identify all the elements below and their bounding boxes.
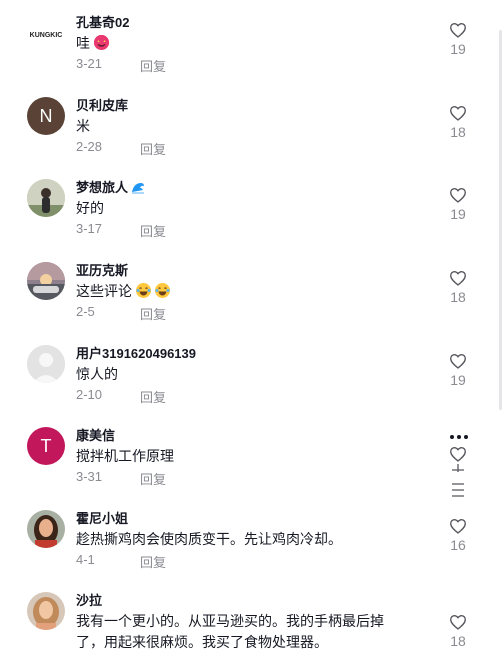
comment-username[interactable]: 贝利皮库 <box>76 95 128 114</box>
heart-icon <box>450 518 466 534</box>
reply-button[interactable]: 回复 <box>140 304 166 323</box>
avatar[interactable] <box>27 345 65 383</box>
like-count: 19 <box>450 206 466 222</box>
heart-icon <box>450 270 466 286</box>
star-struck-emoji-icon <box>94 35 109 50</box>
comment-meta: 2-10 回复 <box>76 387 166 405</box>
comment-item: KUNGKIC 孔基奇02 哇 3-21 回复 19 <box>0 0 480 82</box>
default-user-icon <box>27 345 65 383</box>
more-options-button[interactable] <box>446 427 472 447</box>
comment-meta: 2-28 回复 <box>76 139 166 157</box>
comment-text-line-2: 了，用起来很麻烦。我买了食物处理器。 <box>76 635 328 651</box>
like-count: 18 <box>450 289 466 305</box>
reply-button[interactable]: 回复 <box>140 56 166 75</box>
laughing-emoji-icon <box>136 283 151 298</box>
like-button[interactable]: 18 <box>445 270 471 305</box>
comment-text: 我有一个更小的。从亚马逊买的。我的手柄最后掉 了，用起来很麻烦。我买了食物处理器… <box>76 612 384 654</box>
like-button[interactable]: 19 <box>445 22 471 57</box>
like-button[interactable]: 18 <box>445 614 471 649</box>
reply-button[interactable]: 回复 <box>140 552 166 571</box>
avatar[interactable]: T <box>27 427 65 465</box>
like-count: 18 <box>450 633 466 649</box>
scrollbar[interactable] <box>499 30 502 410</box>
comment-text: 米 <box>76 119 90 135</box>
comment-meta: 2-5 回复 <box>76 304 166 322</box>
comment-text: 好的 <box>76 201 104 217</box>
comment-username[interactable]: 康美信 <box>76 425 115 444</box>
like-count: 18 <box>450 124 466 140</box>
reply-button[interactable]: 回复 <box>140 221 166 240</box>
menu-lines-icon <box>452 464 464 497</box>
comment-username[interactable]: 梦想旅人 <box>76 177 145 196</box>
like-button[interactable]: 18 <box>445 105 471 140</box>
avatar[interactable] <box>27 510 65 548</box>
comment-date: 2-5 <box>76 304 95 319</box>
comment-text: 惊人的 <box>76 367 118 383</box>
comment-date: 4-1 <box>76 552 95 567</box>
like-count: 19 <box>450 372 466 388</box>
heart-icon <box>450 353 466 369</box>
comment-item: 霍尼小姐 趁热撕鸡肉会使肉质变干。先让鸡肉冷却。 4-1 回复 16 <box>0 496 480 578</box>
comment-meta: 3-21 回复 <box>76 56 166 74</box>
comment-item: N 贝利皮库 米 2-28 回复 18 <box>0 83 480 165</box>
comment-username[interactable]: 沙拉 <box>76 590 102 609</box>
heart-icon <box>450 614 466 630</box>
comment-item: 用户3191620496139 惊人的 2-10 回复 19 <box>0 331 480 413</box>
heart-icon <box>450 187 466 203</box>
laughing-emoji-icon <box>155 283 170 298</box>
like-button[interactable]: 16 <box>445 518 471 553</box>
like-count: 16 <box>450 537 466 553</box>
reply-button[interactable]: 回复 <box>140 469 166 488</box>
comment-item: 梦想旅人 好的 3-17 回复 19 <box>0 165 480 247</box>
comment-text: 趁热撕鸡肉会使肉质变干。先让鸡肉冷却。 <box>76 532 342 548</box>
comment-date: 3-31 <box>76 469 103 484</box>
avatar-photo-icon <box>27 510 65 548</box>
like-button[interactable]: 19 <box>445 353 471 388</box>
comment-text: 这些评论 <box>76 282 170 303</box>
reply-button[interactable]: 回复 <box>140 387 166 406</box>
reply-button[interactable]: 回复 <box>140 139 166 158</box>
avatar-photo-icon <box>27 262 65 300</box>
comment-meta: 3-17 回复 <box>76 221 166 239</box>
kungkic-logo-icon: KUNGKIC <box>30 32 63 39</box>
heart-icon <box>450 22 466 38</box>
like-button[interactable] <box>445 446 471 498</box>
avatar[interactable] <box>27 262 65 300</box>
comment-text: 哇 <box>76 34 109 55</box>
comment-meta: 4-1 回复 <box>76 552 166 570</box>
avatar[interactable] <box>27 592 65 630</box>
comment-item: 亚历克斯 这些评论 2-5 回复 18 <box>0 248 480 330</box>
like-count: 19 <box>450 41 466 57</box>
avatar[interactable] <box>27 179 65 217</box>
avatar-photo-icon <box>27 592 65 630</box>
heart-icon <box>450 446 466 462</box>
comment-text: 搅拌机工作原理 <box>76 449 174 465</box>
comment-item: T 康美信 搅拌机工作原理 3-31 回复 <box>0 413 480 498</box>
comment-text-line-1: 我有一个更小的。从亚马逊买的。我的手柄最后掉 <box>76 614 384 630</box>
comment-date: 3-21 <box>76 56 103 71</box>
svg-text:KUNGKIC: KUNGKIC <box>30 32 63 39</box>
comment-item: 沙拉 我有一个更小的。从亚马逊买的。我的手柄最后掉 了，用起来很麻烦。我买了食物… <box>0 578 480 657</box>
avatar[interactable]: N <box>27 97 65 135</box>
comment-date: 3-17 <box>76 221 103 236</box>
comment-meta: 3-31 回复 <box>76 469 166 487</box>
comment-username[interactable]: 孔基奇02 <box>76 12 129 31</box>
comment-username[interactable]: 用户3191620496139 <box>76 343 196 362</box>
heart-icon <box>450 105 466 121</box>
like-button[interactable]: 19 <box>445 187 471 222</box>
comment-username[interactable]: 霍尼小姐 <box>76 508 128 527</box>
avatar[interactable]: KUNGKIC <box>27 14 65 52</box>
comment-date: 2-28 <box>76 139 103 154</box>
wave-emoji-icon <box>131 180 145 194</box>
avatar-photo-icon <box>27 179 65 217</box>
comment-username[interactable]: 亚历克斯 <box>76 260 128 279</box>
comment-date: 2-10 <box>76 387 103 402</box>
